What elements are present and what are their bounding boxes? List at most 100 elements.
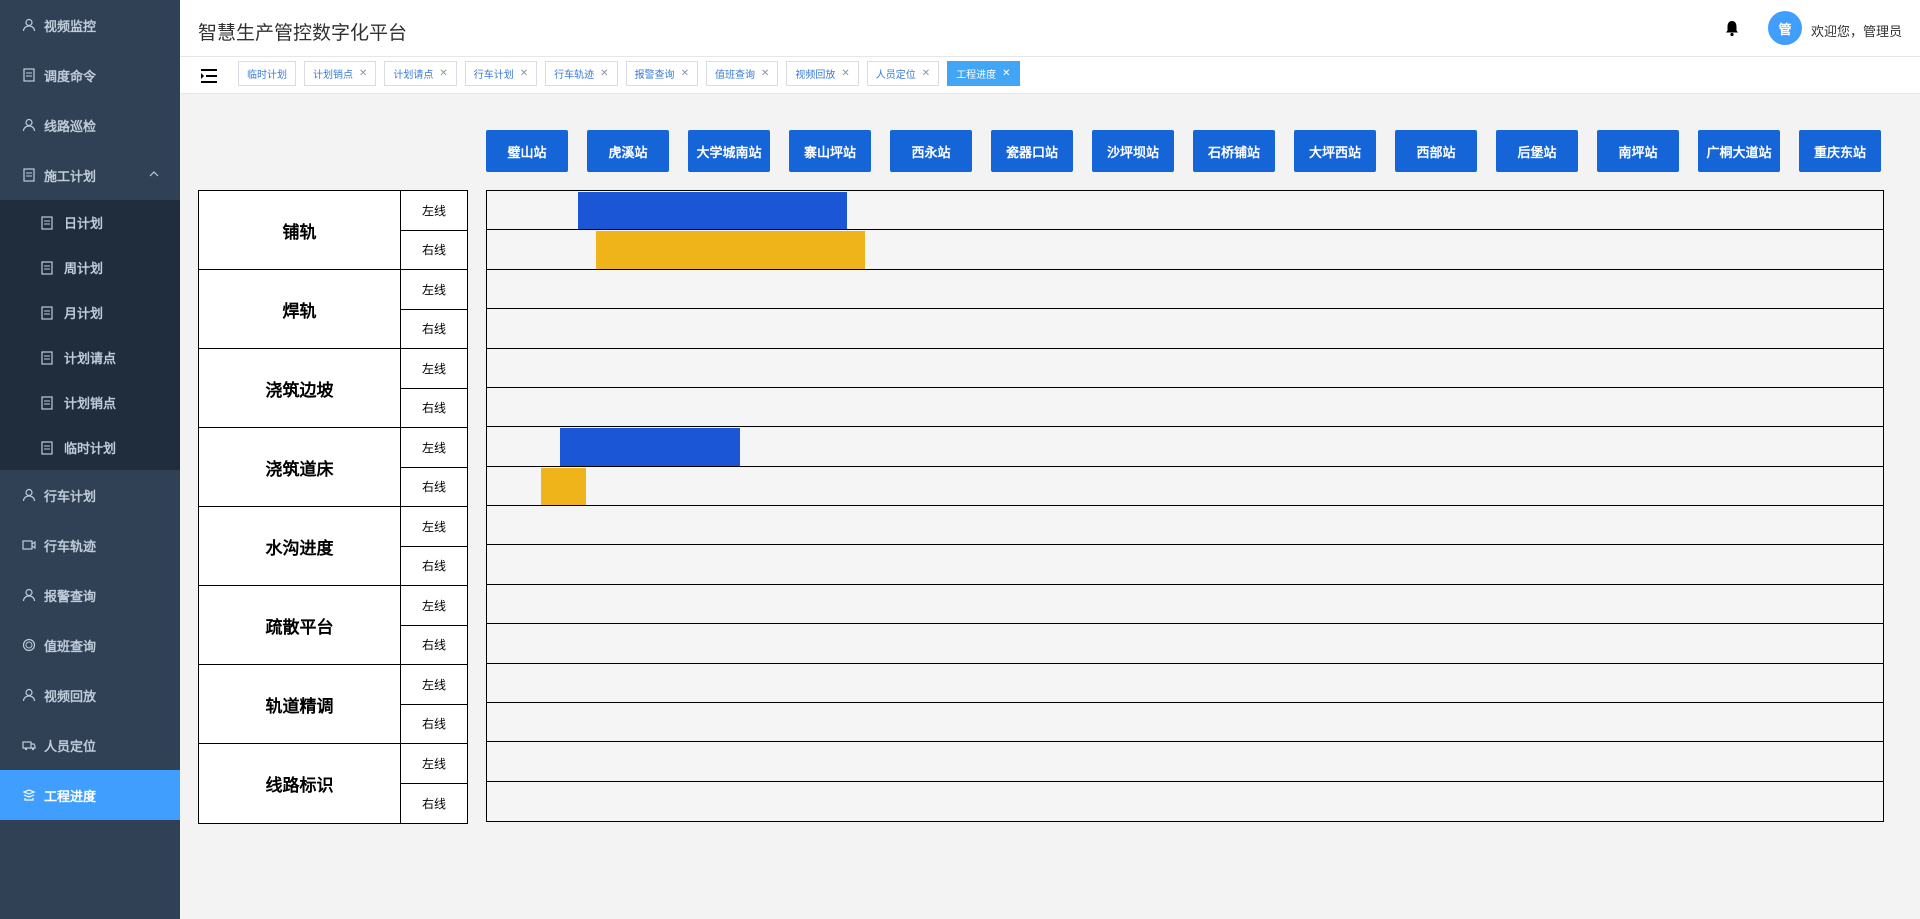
tag-label: 计划请点 (393, 70, 434, 81)
document-icon (40, 215, 54, 230)
hamburger-icon[interactable] (200, 68, 218, 84)
header: 智慧生产管控数字化平台 管 欢迎您，管理员 (180, 0, 1920, 57)
tag-train-plan[interactable]: 行车计划 ✕ (464, 61, 538, 86)
sidebar: 视频监控 调度命令 线路巡检 施工计划 日计划 周计划 月计划 计划请点 计划销… (0, 0, 180, 919)
left-line-label: 左线 (401, 744, 467, 784)
progress-bar-right-line[interactable] (541, 467, 587, 505)
station-button[interactable]: 大学城南站 (688, 130, 770, 172)
right-line-label: 右线 (421, 480, 446, 495)
category-row: 线路标识 左线 右线 (199, 744, 467, 823)
sidebar-subitem-daily-plan[interactable]: 日计划 (0, 200, 180, 245)
video-icon (22, 538, 36, 552)
bell-icon[interactable] (1723, 19, 1741, 37)
tag-personnel-location[interactable]: 人员定位 ✕ (866, 61, 940, 86)
gantt-row (487, 309, 1883, 349)
gantt-row (487, 703, 1883, 743)
close-icon[interactable]: ✕ (681, 68, 689, 79)
sidebar-item-label: 人员定位 (44, 739, 97, 755)
user-icon (22, 488, 36, 502)
category-name: 轨道精调 (199, 665, 401, 743)
right-line-label: 右线 (421, 559, 446, 574)
sidebar-item-label: 行车轨迹 (44, 539, 97, 555)
sidebar-item-line-inspection[interactable]: 线路巡检 (0, 100, 180, 150)
progress-bar-left-line[interactable] (577, 192, 848, 230)
sidebar-item-label: 施工计划 (44, 169, 97, 185)
sidebar-subitem-plan-request[interactable]: 计划请点 (0, 335, 180, 380)
user-icon (22, 18, 36, 32)
right-line-label: 右线 (421, 401, 446, 416)
document-icon (40, 395, 54, 410)
close-icon[interactable]: ✕ (520, 68, 528, 79)
tag-plan-cancel[interactable]: 计划销点 ✕ (304, 61, 377, 86)
close-icon[interactable]: ✕ (922, 68, 930, 79)
sidebar-subitem-monthly-plan[interactable]: 月计划 (0, 290, 180, 335)
tag-video-playback[interactable]: 视频回放 ✕ (786, 61, 859, 86)
station-button[interactable]: 重庆东站 (1799, 130, 1881, 172)
sidebar-item-construction-plan[interactable]: 施工计划 (0, 150, 180, 200)
sidebar-subitem-weekly-plan[interactable]: 周计划 (0, 245, 180, 290)
gantt-row (487, 349, 1883, 388)
category-name: 浇筑边坡 (199, 349, 401, 427)
tag-label: 计划销点 (313, 70, 353, 81)
progress-bar-right-line[interactable] (595, 231, 866, 269)
welcome-text[interactable]: 欢迎您，管理员 (1811, 21, 1902, 40)
sidebar-item-video-monitor[interactable]: 视频监控 (0, 0, 180, 50)
sidebar-item-label: 线路巡检 (44, 119, 97, 135)
tag-project-progress[interactable]: 工程进度 ✕ (947, 61, 1020, 86)
truck-icon (22, 738, 36, 752)
sidebar-subitem-temp-plan[interactable]: 临时计划 (0, 425, 180, 470)
sidebar-subitem-plan-cancel[interactable]: 计划销点 (0, 380, 180, 425)
tag-label: 人员定位 (875, 70, 916, 81)
station-button[interactable]: 璧山站 (486, 130, 568, 172)
station-button[interactable]: 大坪西站 (1294, 130, 1376, 172)
progress-bar-left-line[interactable] (559, 428, 740, 466)
document-icon (22, 168, 36, 182)
left-line-label: 左线 (401, 586, 467, 626)
close-icon[interactable]: ✕ (359, 68, 367, 79)
station-button[interactable]: 西部站 (1395, 130, 1477, 172)
sidebar-item-label: 视频监控 (44, 19, 97, 35)
gantt-row (487, 585, 1883, 625)
left-line-label: 左线 (401, 191, 467, 231)
user-icon (22, 688, 36, 702)
sidebar-item-dispatch[interactable]: 调度命令 (0, 50, 180, 100)
station-button[interactable]: 石桥铺站 (1193, 130, 1275, 172)
station-button[interactable]: 西永站 (890, 130, 972, 172)
document-icon (40, 440, 54, 455)
tags-bar: 临时计划 计划销点 ✕ 计划请点 ✕ 行车计划 ✕ 行车轨迹 ✕ 报警查询 ✕ 值班查询 ✕… (180, 57, 1920, 94)
tag-alarm-query[interactable]: 报警查询 ✕ (625, 61, 698, 86)
sidebar-item-project-progress[interactable]: 工程进度 (0, 770, 180, 820)
tag-plan-request[interactable]: 计划请点 ✕ (384, 61, 457, 86)
sidebar-item-personnel-location[interactable]: 人员定位 (0, 720, 180, 770)
close-icon[interactable]: ✕ (761, 68, 769, 79)
right-line-label: 右线 (421, 717, 446, 732)
sidebar-item-train-track[interactable]: 行车轨迹 (0, 520, 180, 570)
tag-train-track[interactable]: 行车轨迹 ✕ (545, 61, 618, 86)
sidebar-item-video-playback[interactable]: 视频回放 (0, 670, 180, 720)
close-icon[interactable]: ✕ (1002, 68, 1010, 79)
sidebar-item-label: 报警查询 (44, 589, 97, 605)
tag-label: 临时计划 (247, 70, 287, 81)
tag-label: 行车计划 (473, 70, 514, 81)
sidebar-subitem-label: 计划销点 (64, 397, 117, 412)
station-button[interactable]: 瓷器口站 (991, 130, 1073, 172)
close-icon[interactable]: ✕ (600, 68, 608, 79)
avatar[interactable]: 管 (1768, 11, 1802, 45)
tag-duty-query[interactable]: 值班查询 ✕ (705, 61, 779, 86)
close-icon[interactable]: ✕ (841, 68, 849, 79)
sidebar-item-duty-query[interactable]: 值班查询 (0, 620, 180, 670)
sidebar-item-train-plan[interactable]: 行车计划 (0, 470, 180, 520)
sidebar-subitem-label: 周计划 (64, 262, 104, 277)
tag-temp-plan[interactable]: 临时计划 (238, 61, 296, 86)
close-icon[interactable]: ✕ (439, 68, 447, 79)
station-button[interactable]: 广桐大道站 (1698, 130, 1780, 172)
sidebar-item-alarm-query[interactable]: 报警查询 (0, 570, 180, 620)
station-button[interactable]: 寨山坪站 (789, 130, 871, 172)
station-button[interactable]: 后堡站 (1496, 130, 1578, 172)
station-button[interactable]: 南坪站 (1597, 130, 1679, 172)
tag-label: 值班查询 (714, 70, 755, 81)
station-button[interactable]: 虎溪站 (587, 130, 669, 172)
category-name: 疏散平台 (199, 586, 401, 664)
category-name: 铺轨 (199, 191, 401, 269)
station-button[interactable]: 沙坪坝站 (1092, 130, 1174, 172)
